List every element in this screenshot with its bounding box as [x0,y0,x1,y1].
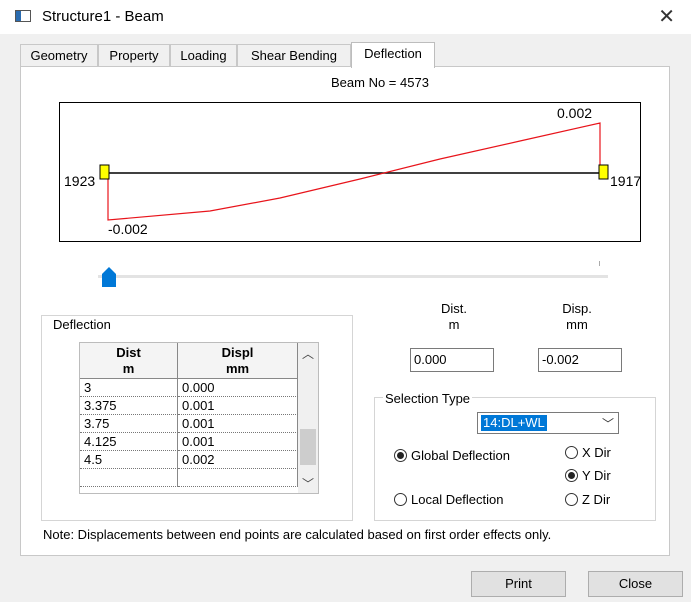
table-scrollbar[interactable]: ︿ ﹀ [298,343,318,493]
chevron-down-icon: ﹀ [601,417,614,431]
col-header-displ: Displ mm [178,343,298,379]
load-case-value: 14:DL+WL [481,415,547,431]
x-dir-radio[interactable]: X Dir [565,445,611,461]
tab-geometry[interactable]: Geometry [20,44,98,66]
window-title: Structure1 - Beam [42,8,164,25]
dist-value-field[interactable]: 0.000 [410,348,494,372]
beam-number-label: Beam No = 4573 [331,75,429,90]
table-cell-displ[interactable]: 0.001 [178,415,298,433]
disp-value-field[interactable]: -0.002 [538,348,622,372]
min-deflection-label: -0.002 [108,221,148,237]
table-cell-dist[interactable]: 4.5 [80,451,178,469]
table-cell-displ[interactable] [178,469,298,487]
scroll-down-icon[interactable]: ﹀ [298,475,318,492]
selection-type-legend: Selection Type [383,391,473,406]
close-button[interactable]: Close [588,571,683,597]
note-text: Note: Displacements between end points a… [43,527,552,542]
dist-readout-header: Dist. m [441,301,467,332]
table-cell-dist[interactable]: 3 [80,379,178,397]
deflection-group-legend: Deflection [51,317,113,332]
position-slider-track[interactable] [98,275,608,278]
end-node-label: 1917 [610,173,642,189]
table-cell-dist[interactable]: 4.125 [80,433,178,451]
start-support-icon [99,164,110,180]
start-node-label: 1923 [64,173,96,189]
radio-unselected-icon [394,493,407,506]
print-button[interactable]: Print [471,571,566,597]
deflection-panel: Beam No = 4573 1923 1917 0.002 -0.002 De… [20,66,670,556]
table-cell-dist[interactable]: 3.375 [80,397,178,415]
table-cell-dist[interactable]: 3.75 [80,415,178,433]
scroll-thumb[interactable] [300,429,316,465]
table-cell-displ[interactable]: 0.001 [178,433,298,451]
radio-selected-icon [394,449,407,462]
tab-shear-bending[interactable]: Shear Bending [237,44,351,66]
table-cell-displ[interactable]: 0.002 [178,451,298,469]
y-dir-radio[interactable]: Y Dir [565,468,611,484]
radio-unselected-icon [565,493,578,506]
deflection-diagram: 1923 1917 0.002 -0.002 [59,102,641,242]
deflection-curve [107,122,601,221]
tab-property[interactable]: Property [98,44,170,66]
end-support-icon [598,164,609,180]
position-slider-thumb[interactable] [102,267,116,287]
col-header-dist: Dist m [80,343,178,379]
table-cell-displ[interactable]: 0.000 [178,379,298,397]
title-bar: Structure1 - Beam ✕ [0,0,691,34]
local-deflection-radio[interactable]: Local Deflection [394,492,504,508]
radio-selected-icon [565,469,578,482]
max-deflection-label: 0.002 [557,105,593,121]
disp-readout-header: Disp. mm [562,301,592,332]
load-case-dropdown[interactable]: 14:DL+WL ﹀ [477,412,619,434]
global-deflection-radio[interactable]: Global Deflection [394,448,510,464]
z-dir-radio[interactable]: Z Dir [565,492,610,508]
tab-deflection[interactable]: Deflection [351,42,435,68]
radio-unselected-icon [565,446,578,459]
table-cell-dist[interactable] [80,469,178,487]
scroll-up-icon[interactable]: ︿ [298,345,318,362]
close-icon[interactable]: ✕ [658,4,675,29]
app-window-icon [15,10,31,22]
tab-loading[interactable]: Loading [170,44,237,66]
deflection-table[interactable]: Dist m Displ mm 3 0.000 3.375 0.001 3.75… [79,342,319,494]
slider-tick [599,261,600,266]
table-cell-displ[interactable]: 0.001 [178,397,298,415]
